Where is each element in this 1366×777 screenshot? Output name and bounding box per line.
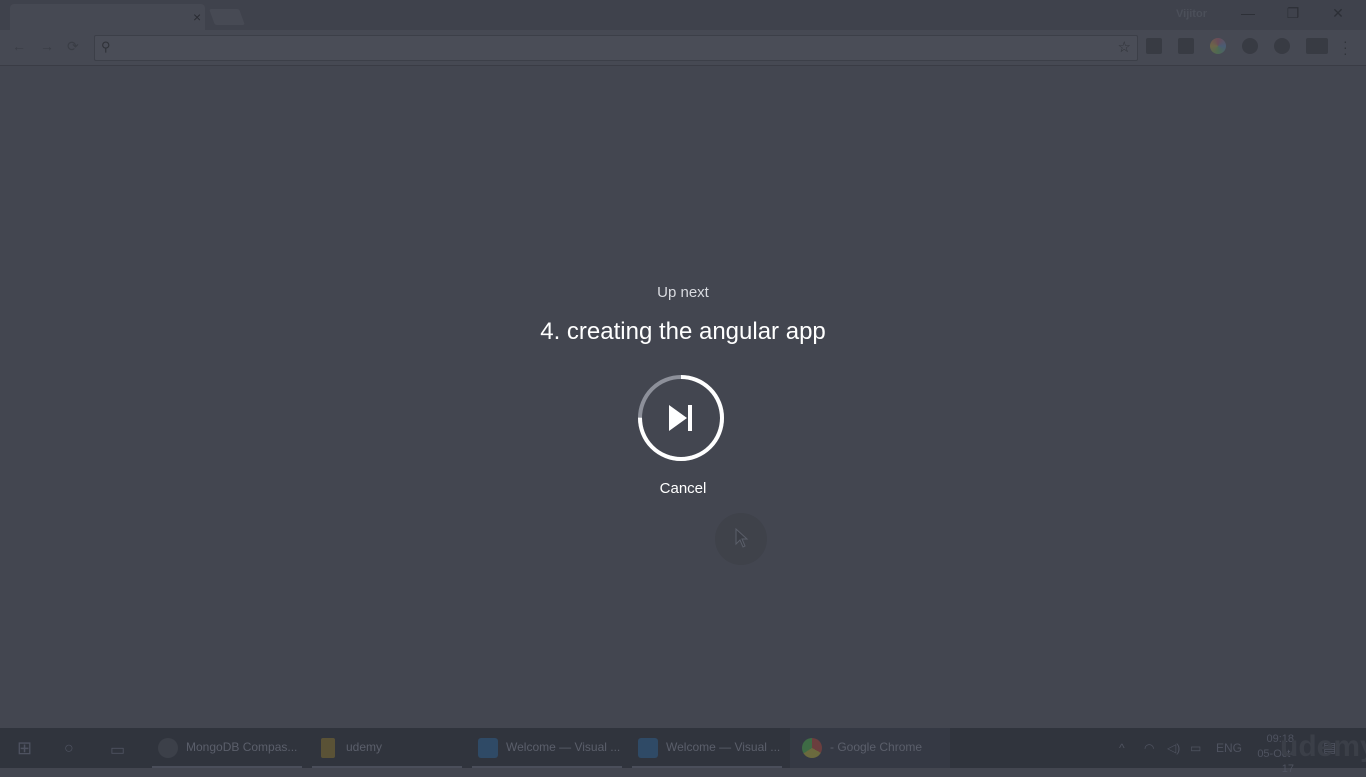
up-next-label: Up next (657, 284, 709, 301)
mouse-pointer-icon (735, 528, 749, 548)
taskbar-item-udemy-folder[interactable]: udemy (312, 728, 462, 768)
windows-taskbar: ⊞ ○ ▭ MongoDB Compas... udemy Welcome — … (0, 728, 1366, 775)
browser-tab[interactable]: × (10, 4, 205, 30)
udemy-watermark-logo: udemy (1280, 730, 1366, 763)
forward-arrow-icon[interactable]: → (40, 38, 54, 54)
show-hidden-icons-chevron-icon[interactable]: ^ (1119, 741, 1125, 755)
close-window-button[interactable]: ✕ (1328, 5, 1348, 22)
new-tab-button[interactable] (209, 9, 245, 25)
search-icon: ⚲ (101, 39, 111, 54)
play-next-button[interactable] (636, 373, 726, 463)
extension-icon[interactable] (1178, 38, 1194, 54)
bookmark-star-icon[interactable]: ☆ (1118, 38, 1131, 56)
skip-next-icon (669, 405, 692, 431)
wifi-icon[interactable]: ◠ (1144, 741, 1154, 755)
taskbar-item-mongodb[interactable]: MongoDB Compas... (152, 728, 302, 768)
mongodb-icon (158, 738, 178, 758)
speed-extension-icon[interactable] (1274, 38, 1290, 54)
cortana-search-icon[interactable]: ○ (64, 740, 74, 758)
chrome-icon (802, 738, 822, 758)
language-indicator[interactable]: ENG (1216, 741, 1242, 755)
color-extension-icon[interactable] (1210, 38, 1226, 54)
taskbar-item-vscode-2[interactable]: Welcome — Visual ... (632, 728, 782, 768)
window-user-badge[interactable]: Vijitor (1176, 8, 1207, 20)
cancel-button[interactable]: Cancel (0, 480, 1366, 497)
globe-extension-icon[interactable] (1242, 38, 1258, 54)
restore-button[interactable]: ❐ (1283, 5, 1303, 22)
back-arrow-icon[interactable]: ← (12, 38, 26, 54)
battery-icon[interactable]: ▭ (1190, 741, 1201, 755)
extension-icon[interactable] (1306, 38, 1328, 54)
mail-extension-icon[interactable] (1146, 38, 1162, 54)
browser-toolbar: ← → ⟳ ⚲ ☆ · · · (0, 30, 1366, 66)
folder-icon (321, 738, 335, 758)
volume-icon[interactable]: ◁) (1167, 741, 1180, 755)
taskbar-item-chrome[interactable]: - Google Chrome (790, 728, 950, 768)
vscode-icon (638, 738, 658, 758)
windows-start-icon[interactable]: ⊞ (17, 738, 32, 759)
minimize-button[interactable]: — (1238, 5, 1258, 21)
task-view-icon[interactable]: ▭ (110, 740, 125, 760)
browser-titlebar: × Vijitor — ❐ ✕ (0, 0, 1366, 30)
next-lecture-title: 4. creating the angular app (540, 318, 826, 345)
reload-icon[interactable]: ⟳ (67, 38, 79, 55)
taskbar-item-vscode-1[interactable]: Welcome — Visual ... (472, 728, 622, 768)
vscode-icon (478, 738, 498, 758)
menu-dots-icon[interactable]: · · · (1343, 34, 1348, 60)
tab-close-icon[interactable]: × (193, 10, 201, 24)
address-bar[interactable]: ⚲ ☆ (94, 35, 1138, 61)
